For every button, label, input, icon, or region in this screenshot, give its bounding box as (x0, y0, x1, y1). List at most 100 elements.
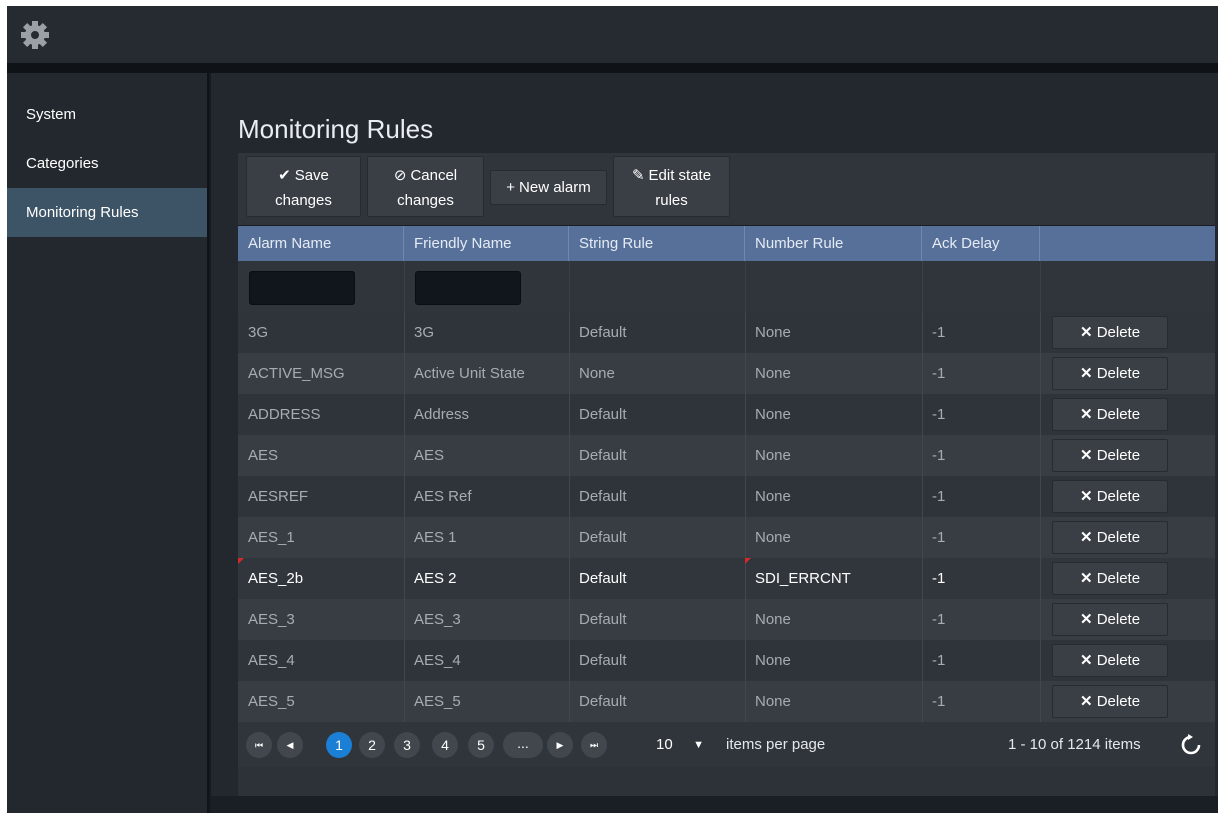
friendly-name-cell[interactable]: AES Ref (404, 476, 569, 517)
delete-label: Delete (1096, 611, 1141, 628)
alarm-name-cell[interactable]: AES_4 (238, 640, 404, 681)
table-row[interactable]: AES_1 AES 1 Default None -1 ✕ Delete (238, 517, 1215, 558)
string-rule-cell[interactable]: Default (569, 435, 745, 476)
number-rule-cell[interactable]: None (745, 476, 922, 517)
friendly-name-cell[interactable]: AES_5 (404, 681, 569, 722)
string-rule-cell[interactable]: Default (569, 640, 745, 681)
ack-delay-cell[interactable]: -1 (922, 558, 1040, 599)
ack-delay-cell[interactable]: -1 (922, 353, 1040, 394)
string-rule-cell[interactable]: Default (569, 394, 745, 435)
number-rule-cell[interactable]: None (745, 640, 922, 681)
column-divider (922, 476, 923, 517)
ack-delay-cell[interactable]: -1 (922, 517, 1040, 558)
friendly-name-cell[interactable]: AES 1 (404, 517, 569, 558)
table-row[interactable]: ADDRESS Address Default None -1 ✕ Delete (238, 394, 1215, 435)
string-rule-cell[interactable]: Default (569, 312, 745, 353)
gear-icon[interactable] (19, 19, 51, 51)
page-size-select[interactable]: 10 ▼ (648, 731, 708, 759)
number-rule-cell[interactable]: None (745, 681, 922, 722)
delete-button[interactable]: ✕ Delete (1052, 398, 1168, 431)
number-rule-cell[interactable]: SDI_ERRCNT (745, 558, 922, 599)
ack-delay-cell[interactable]: -1 (922, 394, 1040, 435)
string-rule-cell[interactable]: None (569, 353, 745, 394)
table-row[interactable]: AES AES Default None -1 ✕ Delete (238, 435, 1215, 476)
alarm-name-cell[interactable]: ACTIVE_MSG (238, 353, 404, 394)
number-rule-cell[interactable]: None (745, 353, 922, 394)
friendly-name-cell[interactable]: Address (404, 394, 569, 435)
page-button-4[interactable]: 4 (432, 732, 458, 758)
edit-state-rules-button[interactable]: ✎ Edit state rules (613, 156, 730, 217)
table-row[interactable]: AES_2b AES 2 Default SDI_ERRCNT -1 ✕ Delete (238, 558, 1215, 599)
string-rule-cell[interactable]: Default (569, 599, 745, 640)
number-rule-cell[interactable]: None (745, 599, 922, 640)
header-friendly-name[interactable]: Friendly Name (404, 226, 569, 261)
save-changes-button[interactable]: ✔ Save changes (246, 156, 361, 217)
string-rule-cell[interactable]: Default (569, 517, 745, 558)
sidebar-item-categories[interactable]: Categories (7, 139, 207, 188)
sidebar-item-monitoring-rules[interactable]: Monitoring Rules (7, 188, 207, 237)
header-alarm-name[interactable]: Alarm Name (238, 226, 404, 261)
number-rule-cell[interactable]: None (745, 312, 922, 353)
table-row[interactable]: ACTIVE_MSG Active Unit State None None -1 ✕ D… (238, 353, 1215, 394)
alarm-name-cell[interactable]: 3G (238, 312, 404, 353)
table-row[interactable]: AES_3 AES_3 Default None -1 ✕ Delete (238, 599, 1215, 640)
alarm-name-filter-input[interactable] (249, 271, 355, 305)
alarm-name-cell[interactable]: AES_5 (238, 681, 404, 722)
string-rule-cell[interactable]: Default (569, 476, 745, 517)
delete-button[interactable]: ✕ Delete (1052, 644, 1168, 677)
friendly-name-cell[interactable]: AES 2 (404, 558, 569, 599)
number-rule-cell[interactable]: None (745, 517, 922, 558)
friendly-name-cell[interactable]: AES (404, 435, 569, 476)
string-rule-cell[interactable]: Default (569, 681, 745, 722)
delete-button[interactable]: ✕ Delete (1052, 357, 1168, 390)
delete-button[interactable]: ✕ Delete (1052, 480, 1168, 513)
page-button-2[interactable]: 2 (359, 732, 385, 758)
next-page-button[interactable]: ▶ (547, 732, 573, 758)
first-page-button[interactable]: ⏮ (246, 732, 272, 758)
friendly-name-filter-input[interactable] (415, 271, 521, 305)
alarm-name-cell[interactable]: AES_3 (238, 599, 404, 640)
delete-button[interactable]: ✕ Delete (1052, 562, 1168, 595)
table-row[interactable]: 3G 3G Default None -1 ✕ Delete (238, 312, 1215, 353)
refresh-icon[interactable] (1178, 732, 1204, 758)
friendly-name-cell[interactable]: AES_4 (404, 640, 569, 681)
new-alarm-button[interactable]: + New alarm (490, 170, 607, 205)
ack-delay-cell[interactable]: -1 (922, 681, 1040, 722)
alarm-name-cell[interactable]: ADDRESS (238, 394, 404, 435)
header-number-rule[interactable]: Number Rule (745, 226, 922, 261)
alarm-name-cell[interactable]: AESREF (238, 476, 404, 517)
alarm-name-cell[interactable]: AES_1 (238, 517, 404, 558)
friendly-name-cell[interactable]: AES_3 (404, 599, 569, 640)
table-row[interactable]: AESREF AES Ref Default None -1 ✕ Delete (238, 476, 1215, 517)
number-rule-cell[interactable]: None (745, 435, 922, 476)
table-row[interactable]: AES_4 AES_4 Default None -1 ✕ Delete (238, 640, 1215, 681)
page-button-5[interactable]: 5 (468, 732, 494, 758)
delete-button[interactable]: ✕ Delete (1052, 603, 1168, 636)
page-button-1[interactable]: 1 (326, 732, 352, 758)
ack-delay-cell[interactable]: -1 (922, 640, 1040, 681)
alarm-name-cell[interactable]: AES_2b (238, 558, 404, 599)
table-row[interactable]: AES_5 AES_5 Default None -1 ✕ Delete (238, 681, 1215, 722)
ack-delay-cell[interactable]: -1 (922, 435, 1040, 476)
delete-button[interactable]: ✕ Delete (1052, 521, 1168, 554)
ack-delay-cell[interactable]: -1 (922, 476, 1040, 517)
prev-page-button[interactable]: ◀ (277, 732, 303, 758)
more-pages-button[interactable]: ... (503, 732, 543, 758)
friendly-name-cell[interactable]: 3G (404, 312, 569, 353)
header-string-rule[interactable]: String Rule (569, 226, 745, 261)
ack-delay-cell[interactable]: -1 (922, 312, 1040, 353)
cancel-changes-button[interactable]: ⊘ Cancel changes (367, 156, 484, 217)
header-ack-delay[interactable]: Ack Delay (922, 226, 1040, 261)
sidebar-item-system[interactable]: System (7, 90, 207, 139)
delete-button[interactable]: ✕ Delete (1052, 316, 1168, 349)
ack-delay-cell[interactable]: -1 (922, 599, 1040, 640)
number-rule-cell[interactable]: None (745, 394, 922, 435)
friendly-name-cell[interactable]: Active Unit State (404, 353, 569, 394)
delete-label: Delete (1096, 365, 1141, 382)
page-button-3[interactable]: 3 (394, 732, 420, 758)
last-page-button[interactable]: ⏭ (581, 732, 607, 758)
alarm-name-cell[interactable]: AES (238, 435, 404, 476)
delete-button[interactable]: ✕ Delete (1052, 439, 1168, 472)
string-rule-cell[interactable]: Default (569, 558, 745, 599)
delete-button[interactable]: ✕ Delete (1052, 685, 1168, 718)
